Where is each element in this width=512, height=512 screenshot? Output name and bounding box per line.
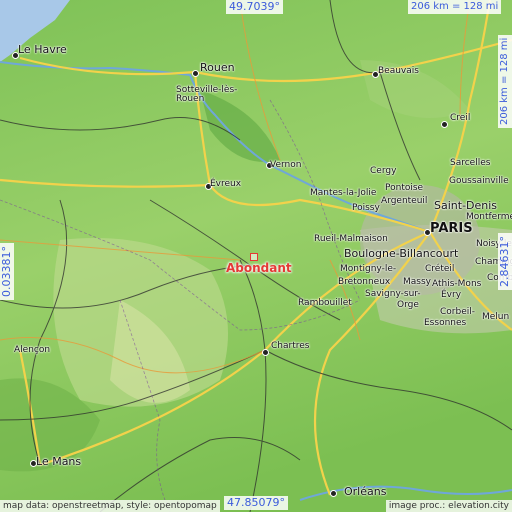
orleans-marker xyxy=(330,490,337,497)
place-label-creteil: Créteil xyxy=(425,264,455,274)
top-latitude-label: 49.7039° xyxy=(226,0,283,14)
place-label-vernon: Vernon xyxy=(270,160,302,170)
place-label-chartres: Chartres xyxy=(271,341,310,351)
place-label-melun: Melun xyxy=(482,312,510,322)
place-label-poissy: Poissy xyxy=(352,203,380,213)
place-label-le-mans: Le Mans xyxy=(36,455,82,468)
right-scale-label: 206 km = 128 mi xyxy=(498,34,512,128)
place-label-sotteville: Sotteville-lès-Rouen xyxy=(176,85,238,104)
place-label-montigny: Montigny-le- xyxy=(340,264,397,274)
rouen-marker xyxy=(192,70,199,77)
place-label-le-havre: Le Havre xyxy=(18,43,67,56)
chartres-marker xyxy=(262,349,269,356)
bottom-latitude-label: 47.85079° xyxy=(224,496,288,510)
place-label-orleans: Orléans xyxy=(344,485,387,498)
left-longitude-label: 0.03381° xyxy=(0,243,14,300)
place-label-sarcelles: Sarcelles xyxy=(450,158,491,168)
image-processing-credit: image proc.: elevation.city xyxy=(385,500,512,512)
place-label-creil: Creil xyxy=(450,113,471,123)
target-location-marker[interactable] xyxy=(250,253,258,261)
place-label-pontoise: Pontoise xyxy=(385,183,424,193)
topographic-map[interactable]: Le Havre Rouen Sotteville-lès-Rouen Beau… xyxy=(0,0,512,512)
place-label-bretonneux: Bretonneux xyxy=(338,277,391,287)
place-label-cergy: Cergy xyxy=(370,166,397,176)
place-label-rambouillet: Rambouillet xyxy=(298,298,352,308)
place-label-massy: Massy xyxy=(403,277,431,287)
place-label-athis: Athis-Mons xyxy=(432,279,482,289)
place-label-mantes: Mantes-la-Jolie xyxy=(310,188,377,198)
place-label-boulogne: Boulogne-Billancourt xyxy=(344,247,459,260)
place-label-beauvais: Beauvais xyxy=(378,66,419,76)
top-scale-label: 206 km = 128 mi xyxy=(408,0,502,14)
place-label-alencon: Alençon xyxy=(14,345,51,355)
place-label-goussainville: Goussainville xyxy=(449,176,509,186)
place-label-rueil: Rueil-Malmaison xyxy=(314,234,388,244)
place-label-evreux: Évreux xyxy=(210,179,242,189)
place-label-rouen: Rouen xyxy=(200,61,235,74)
place-label-saint-denis: Saint-Denis xyxy=(434,199,498,212)
place-label-paris: PARIS xyxy=(430,221,473,236)
target-place-label: Abondant xyxy=(226,261,292,275)
place-label-corbeil: Corbeil- xyxy=(440,307,475,317)
map-data-credit: map data: openstreetmap, style: opentopo… xyxy=(0,500,220,512)
place-label-savigny: Savigny-sur- xyxy=(365,289,421,299)
place-label-evry: Évry xyxy=(441,290,462,300)
place-label-essonnes: Essonnes xyxy=(424,318,467,328)
place-label-argenteuil: Argenteuil xyxy=(381,196,428,206)
place-label-orge: Orge xyxy=(397,300,419,310)
right-longitude-label: 2.84631° xyxy=(498,233,512,290)
creil-marker xyxy=(441,121,448,128)
